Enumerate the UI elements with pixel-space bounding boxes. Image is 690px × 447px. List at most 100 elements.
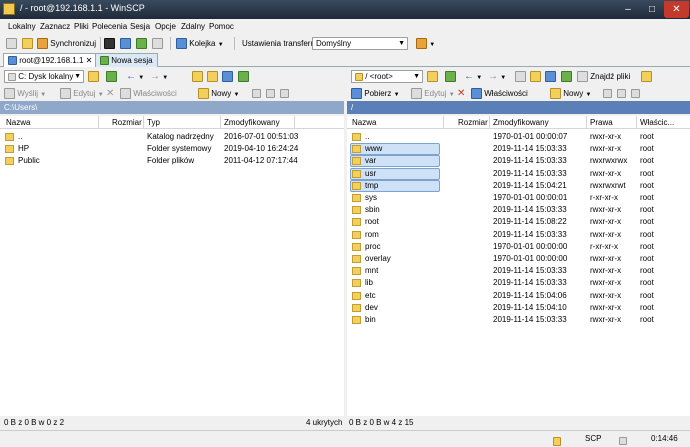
remote-forward-icon[interactable]: → ▼ xyxy=(488,70,506,83)
remote-file-list[interactable]: .. 1970-01-01 00:00:07 rwxr-xr-x root www 201… xyxy=(347,129,690,416)
menu-pomoc[interactable]: Pomoc xyxy=(209,22,234,31)
menu-sesja[interactable]: Sesja xyxy=(130,22,150,31)
remote-dir-select[interactable]: / <root> ▼ xyxy=(351,70,423,83)
table-row[interactable]: www 2019-11-14 15:03:33 rwxr-xr-x root xyxy=(347,143,690,156)
remote-tree-icon[interactable] xyxy=(445,70,456,83)
selection-highlight xyxy=(350,143,440,156)
local-tree-icon[interactable] xyxy=(106,70,117,83)
remote-edit-button[interactable]: Edytuj ▼ xyxy=(411,87,455,100)
file-modified: 2019-11-14 15:03:33 xyxy=(493,229,567,239)
file-rights: rwxr-xr-x xyxy=(590,229,622,239)
table-row[interactable]: tmp 2019-11-14 15:04:21 rwxrwxrwt root xyxy=(347,179,690,192)
download-icon xyxy=(351,88,362,100)
menu-lokalny[interactable]: Lokalny xyxy=(8,22,36,31)
local-col-name[interactable]: Nazwa xyxy=(6,118,30,127)
minimize-button[interactable]: – xyxy=(617,1,639,18)
local-drive-select[interactable]: C: Dysk lokalny ▼ xyxy=(4,70,84,83)
remote-col-size[interactable]: Rozmiar xyxy=(458,118,488,127)
table-row[interactable]: usr 2019-11-14 15:03:33 rwxr-xr-x root xyxy=(347,167,690,180)
find-files-button[interactable]: Znajdź pliki xyxy=(577,70,630,83)
remote-filter-toggle-icon[interactable] xyxy=(631,87,640,100)
remote-col-owner[interactable]: Właścic... xyxy=(640,118,674,127)
local-parent-dir-icon[interactable] xyxy=(192,70,203,83)
local-new-button[interactable]: Nowy ▼ xyxy=(198,87,239,100)
console-icon[interactable] xyxy=(104,37,115,50)
table-row[interactable]: var 2019-11-14 15:03:33 rwxrwxrwx root xyxy=(347,155,690,168)
table-row[interactable]: proc 1970-01-01 00:00:00 r-xr-xr-x root xyxy=(347,241,690,253)
table-row[interactable]: etc 2019-11-14 15:04:06 rwxr-xr-x root xyxy=(347,290,690,302)
menu-opcje[interactable]: Opcje xyxy=(155,22,176,31)
local-file-list[interactable]: .. Katalog nadrzędny 2016-07-01 00:51:03 H… xyxy=(0,129,344,416)
table-row[interactable]: .. 1970-01-01 00:00:07 rwxr-xr-x root xyxy=(347,131,690,143)
local-root-dir-icon[interactable] xyxy=(207,70,218,83)
local-expand-icon[interactable] xyxy=(252,87,261,100)
remote-col-rights[interactable]: Prawa xyxy=(590,118,613,127)
transfer-settings-select[interactable]: Domyślny ▼ xyxy=(312,37,408,50)
local-collapse-icon[interactable] xyxy=(266,87,275,100)
table-row[interactable]: overlay 1970-01-01 00:00:00 rwxr-xr-x root xyxy=(347,253,690,265)
tab-new-session[interactable]: Nowa sesja xyxy=(95,53,158,67)
menu-polecenia[interactable]: Polecenia xyxy=(92,22,127,31)
close-button[interactable]: ✕ xyxy=(664,1,689,18)
remote-expand-icon[interactable] xyxy=(603,87,612,100)
local-send-button[interactable]: Wyślij ▼ xyxy=(4,87,46,100)
new-session-icon[interactable] xyxy=(6,37,17,50)
local-edit-button[interactable]: Edytuj ▼ xyxy=(60,87,104,100)
local-forward-icon[interactable]: → ▼ xyxy=(150,70,168,83)
table-row[interactable]: mnt 2019-11-14 15:03:33 rwxr-xr-x root xyxy=(347,265,690,277)
synchronize-button[interactable]: Synchronizuj xyxy=(37,37,96,50)
local-col-type[interactable]: Typ xyxy=(147,118,160,127)
local-properties-button[interactable]: Właściwości xyxy=(120,87,177,100)
list-item[interactable]: .. Katalog nadrzędny 2016-07-01 00:51:03 xyxy=(0,131,344,143)
local-filter-toggle-icon[interactable] xyxy=(280,87,289,100)
remote-new-button[interactable]: Nowy ▼ xyxy=(550,87,591,100)
local-filter-icon[interactable] xyxy=(88,70,99,83)
list-item[interactable]: Public Folder plików 2011-04-12 07:17:44 xyxy=(0,155,344,167)
settings-icon[interactable] xyxy=(152,37,163,50)
table-row[interactable]: sbin 2019-11-14 15:03:33 rwxr-xr-x root xyxy=(347,204,690,216)
local-back-icon[interactable]: ← ▼ xyxy=(126,70,144,83)
menu-zdalny[interactable]: Zdalny xyxy=(181,22,205,31)
remote-download-button[interactable]: Pobierz ▼ xyxy=(351,87,400,100)
table-row[interactable]: sys 1970-01-01 00:00:01 r-xr-xr-x root xyxy=(347,192,690,204)
selection-highlight xyxy=(350,167,440,180)
remote-properties-button[interactable]: Właściwości xyxy=(471,87,528,100)
preferences-icon[interactable] xyxy=(136,37,147,50)
remote-back-icon[interactable]: ← ▼ xyxy=(464,70,482,83)
tab-session[interactable]: root@192.168.1.1 ✕ xyxy=(3,53,98,67)
local-col-modified[interactable]: Zmodyfikowany xyxy=(224,118,280,127)
file-rights: rwxr-xr-x xyxy=(590,168,622,178)
remote-home-icon[interactable] xyxy=(545,70,556,83)
close-tab-icon[interactable]: ✕ xyxy=(86,56,93,65)
remote-collapse-icon[interactable] xyxy=(617,87,626,100)
remote-extra-icon[interactable] xyxy=(641,70,652,83)
menu-pliki[interactable]: Pliki xyxy=(74,22,89,31)
compare-icon[interactable] xyxy=(22,37,33,50)
remote-refresh-icon[interactable] xyxy=(561,70,572,83)
maximize-button[interactable]: □ xyxy=(641,1,663,18)
local-refresh-icon[interactable] xyxy=(238,70,249,83)
remote-path-bar[interactable]: / xyxy=(347,101,690,114)
remote-col-modified[interactable]: Zmodyfikowany xyxy=(493,118,549,127)
table-row[interactable]: lib 2019-11-14 15:03:33 rwxr-xr-x root xyxy=(347,277,690,289)
remote-filter-icon[interactable] xyxy=(427,70,438,83)
queue-button[interactable]: Kolejka ▼ xyxy=(176,37,224,50)
remote-parent-dir-icon[interactable] xyxy=(515,70,526,83)
folder-icon xyxy=(352,206,361,215)
local-delete-icon[interactable]: ✕ xyxy=(106,87,114,100)
putty-icon[interactable] xyxy=(120,37,131,50)
table-row[interactable]: bin 2019-11-14 15:03:33 rwxr-xr-x root xyxy=(347,314,690,326)
remote-delete-icon[interactable]: ✕ xyxy=(457,87,465,100)
local-col-size[interactable]: Rozmiar xyxy=(112,118,142,127)
list-item[interactable]: HP Folder systemowy 2019-04-10 16:24:24 xyxy=(0,143,344,155)
table-row[interactable]: dev 2019-11-14 15:04:10 rwxr-xr-x root xyxy=(347,302,690,314)
file-owner: root xyxy=(640,302,654,312)
remote-col-name[interactable]: Nazwa xyxy=(352,118,376,127)
menu-zaznacz[interactable]: Zaznacz xyxy=(40,22,70,31)
remote-root-dir-icon[interactable] xyxy=(530,70,541,83)
local-path-bar[interactable]: C:\Users\ xyxy=(0,101,344,114)
table-row[interactable]: root 2019-11-14 15:08:22 rwxr-xr-x root xyxy=(347,216,690,228)
local-home-icon[interactable] xyxy=(222,70,233,83)
transfer-preset-icon[interactable]: ▼ xyxy=(416,37,435,50)
table-row[interactable]: rom 2019-11-14 15:03:33 rwxr-xr-x root xyxy=(347,229,690,241)
